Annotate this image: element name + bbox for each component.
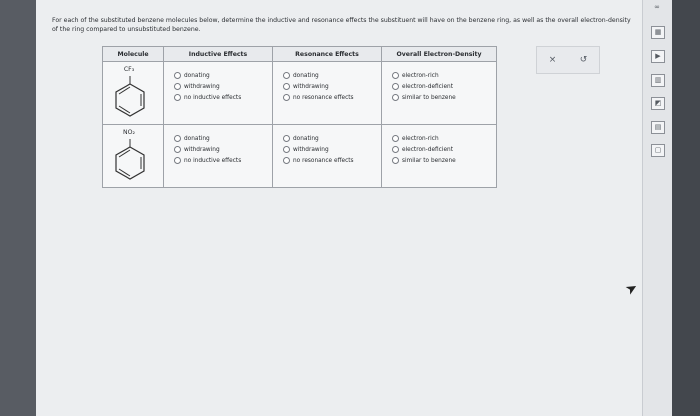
option-label: electron-deficient xyxy=(402,146,453,153)
molecule-cf3: CF₃ xyxy=(103,62,163,124)
option-label: withdrawing xyxy=(184,83,220,90)
option-label: donating xyxy=(184,135,210,142)
option-label: no inductive effects xyxy=(184,157,242,164)
radio-icon[interactable] xyxy=(283,146,290,153)
option-label: withdrawing xyxy=(293,83,329,90)
radio-icon[interactable] xyxy=(174,146,181,153)
option-label: electron-deficient xyxy=(402,83,453,90)
benzene-ring-icon xyxy=(115,76,145,117)
r2-resonance-donating[interactable]: donating xyxy=(283,133,381,144)
option-label: no inductive effects xyxy=(184,94,242,101)
option-label: electron-rich xyxy=(402,72,439,79)
r1-overall-deficient[interactable]: electron-deficient xyxy=(392,81,496,92)
option-label: electron-rich xyxy=(402,135,439,142)
header-row: Molecule Inductive Effects Resonance Eff… xyxy=(102,46,497,62)
r2-inductive-withdrawing[interactable]: withdrawing xyxy=(174,144,272,155)
instructions-text: For each of the substituted benzene mole… xyxy=(52,17,631,33)
radio-icon[interactable] xyxy=(283,72,290,79)
option-label: similar to benzene xyxy=(402,157,456,164)
r1-overall-rich[interactable]: electron-rich xyxy=(392,70,496,81)
header-molecule: Molecule xyxy=(102,46,164,62)
answer-actions: × ↺ xyxy=(536,46,600,74)
option-label: similar to benzene xyxy=(402,94,456,101)
mouse-pointer-icon: ➤ xyxy=(622,279,641,299)
radio-icon[interactable] xyxy=(392,157,399,164)
r1-inductive-none[interactable]: no inductive effects xyxy=(174,92,272,103)
header-inductive: Inductive Effects xyxy=(163,46,273,62)
radio-icon[interactable] xyxy=(392,72,399,79)
message-icon[interactable]: ▢ xyxy=(651,144,665,157)
r1-inductive-withdrawing[interactable]: withdrawing xyxy=(174,81,272,92)
table-row: CF₃ donating withdrawing no inductive ef… xyxy=(102,61,497,125)
chart-icon[interactable]: ▥ xyxy=(651,74,665,87)
option-label: donating xyxy=(293,72,319,79)
answer-table: Molecule Inductive Effects Resonance Eff… xyxy=(102,46,497,188)
option-label: donating xyxy=(184,72,210,79)
r1-resonance-withdrawing[interactable]: withdrawing xyxy=(283,81,381,92)
radio-icon[interactable] xyxy=(174,135,181,142)
r1-overall-similar[interactable]: similar to benzene xyxy=(392,92,496,103)
radio-icon[interactable] xyxy=(283,135,290,142)
left-edge xyxy=(0,0,36,416)
radio-icon[interactable] xyxy=(392,94,399,101)
radio-icon[interactable] xyxy=(283,94,290,101)
table-icon[interactable]: ▤ xyxy=(651,121,665,134)
r2-inductive-none[interactable]: no inductive effects xyxy=(174,155,272,166)
radio-icon[interactable] xyxy=(283,83,290,90)
substituent-label: NO₂ xyxy=(123,129,135,136)
option-label: donating xyxy=(293,135,319,142)
question-page: For each of the substituted benzene mole… xyxy=(36,0,642,416)
header-overall: Overall Electron-Density xyxy=(381,46,497,62)
radio-icon[interactable] xyxy=(392,83,399,90)
tool-rail: ∞ ▦ ▶ ▥ ◩ ▤ ▢ xyxy=(642,0,673,416)
radio-icon[interactable] xyxy=(174,72,181,79)
clear-button[interactable]: × xyxy=(549,55,557,65)
option-label: withdrawing xyxy=(293,146,329,153)
r1-resonance-none[interactable]: no resonance effects xyxy=(283,92,381,103)
video-icon[interactable]: ▶ xyxy=(651,50,665,63)
benzene-ring-icon xyxy=(115,139,145,180)
header-resonance: Resonance Effects xyxy=(272,46,382,62)
r1-resonance-donating[interactable]: donating xyxy=(283,70,381,81)
r1-inductive-donating[interactable]: donating xyxy=(174,70,272,81)
infinity-icon[interactable]: ∞ xyxy=(651,2,663,13)
r2-overall-similar[interactable]: similar to benzene xyxy=(392,155,496,166)
molecule-no2: NO₂ xyxy=(103,125,163,187)
radio-icon[interactable] xyxy=(174,94,181,101)
image-icon[interactable]: ◩ xyxy=(651,97,665,110)
radio-icon[interactable] xyxy=(174,83,181,90)
calculator-icon[interactable]: ▦ xyxy=(651,26,665,39)
radio-icon[interactable] xyxy=(283,157,290,164)
r2-inductive-donating[interactable]: donating xyxy=(174,133,272,144)
option-label: withdrawing xyxy=(184,146,220,153)
radio-icon[interactable] xyxy=(392,135,399,142)
r2-overall-rich[interactable]: electron-rich xyxy=(392,133,496,144)
radio-icon[interactable] xyxy=(174,157,181,164)
radio-icon[interactable] xyxy=(392,146,399,153)
undo-button[interactable]: ↺ xyxy=(580,55,588,65)
table-row: NO₂ donating withdrawing no inductive ef… xyxy=(102,124,497,188)
option-label: no resonance effects xyxy=(293,94,354,101)
option-label: no resonance effects xyxy=(293,157,354,164)
substituent-label: CF₃ xyxy=(123,66,135,73)
r2-resonance-none[interactable]: no resonance effects xyxy=(283,155,381,166)
right-edge xyxy=(672,0,700,416)
r2-resonance-withdrawing[interactable]: withdrawing xyxy=(283,144,381,155)
r2-overall-deficient[interactable]: electron-deficient xyxy=(392,144,496,155)
